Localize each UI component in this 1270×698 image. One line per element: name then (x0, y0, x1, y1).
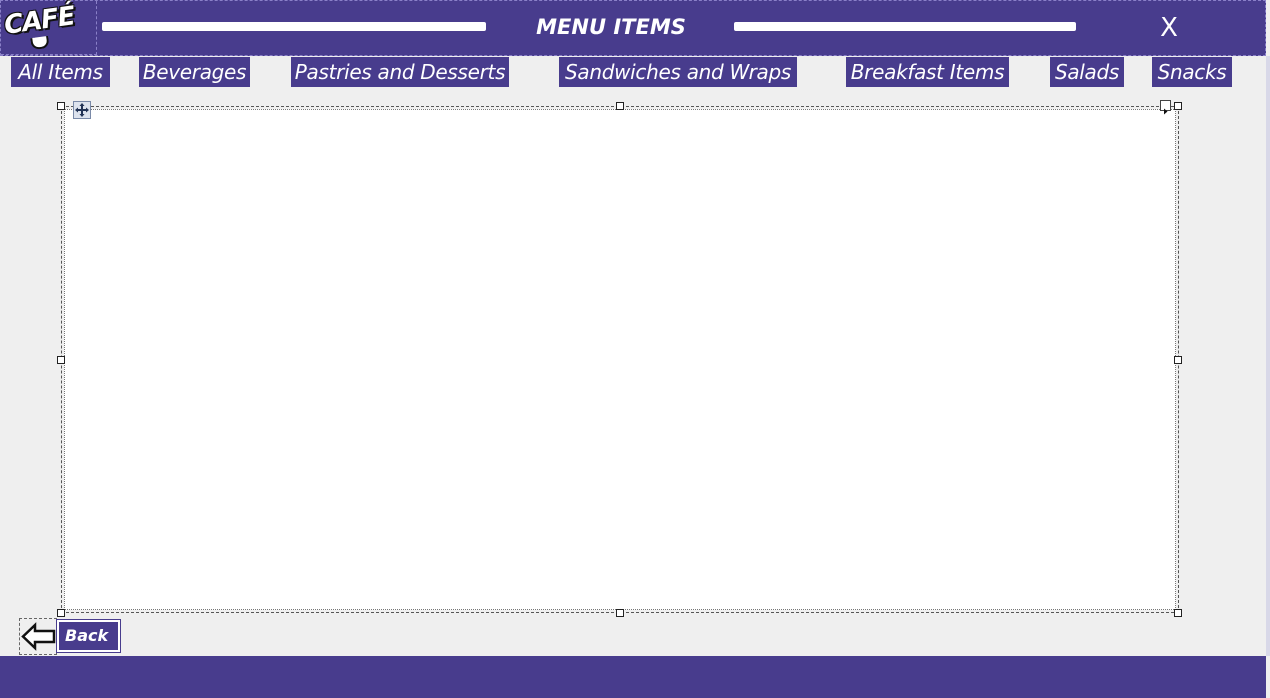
resize-handle-e[interactable] (1174, 356, 1182, 364)
resize-handle-w[interactable] (57, 356, 65, 364)
resize-handle-ne[interactable] (1174, 102, 1182, 110)
tab-beverages[interactable]: Beverages (139, 57, 250, 87)
scrollbar-strip (1266, 56, 1270, 656)
tab-snacks[interactable]: Snacks (1152, 57, 1232, 87)
page-title: MENU ITEMS (536, 15, 686, 39)
tab-sandwiches-and-wraps[interactable]: Sandwiches and Wraps (559, 57, 797, 87)
header-divider-left (102, 22, 486, 31)
tab-salads[interactable]: Salads (1050, 57, 1124, 87)
tab-pastries-and-desserts[interactable]: Pastries and Desserts (291, 57, 509, 87)
close-button[interactable]: X (1156, 15, 1182, 41)
resize-handle-sw[interactable] (57, 609, 65, 617)
move-handle-icon[interactable] (73, 101, 91, 119)
resize-handle-nw[interactable] (57, 102, 65, 110)
back-button[interactable]: Back (56, 619, 121, 653)
logo-text: CAFÉ (2, 1, 77, 41)
expand-arrow-icon[interactable] (1160, 100, 1171, 115)
footer-bar (0, 656, 1266, 698)
tab-all-items[interactable]: All Items (11, 57, 110, 87)
menu-items-panel[interactable] (64, 109, 1176, 610)
tab-breakfast-items[interactable]: Breakfast Items (846, 57, 1009, 87)
header-bar: CAFÉ MENU ITEMS X (0, 0, 1266, 56)
resize-handle-n[interactable] (616, 102, 624, 110)
logo-drip (30, 35, 50, 51)
resize-handle-se[interactable] (1174, 609, 1182, 617)
resize-handle-s[interactable] (616, 609, 624, 617)
header-divider-right (734, 22, 1076, 31)
cafe-logo: CAFÉ (1, 1, 97, 55)
left-arrow-icon[interactable] (19, 618, 57, 655)
